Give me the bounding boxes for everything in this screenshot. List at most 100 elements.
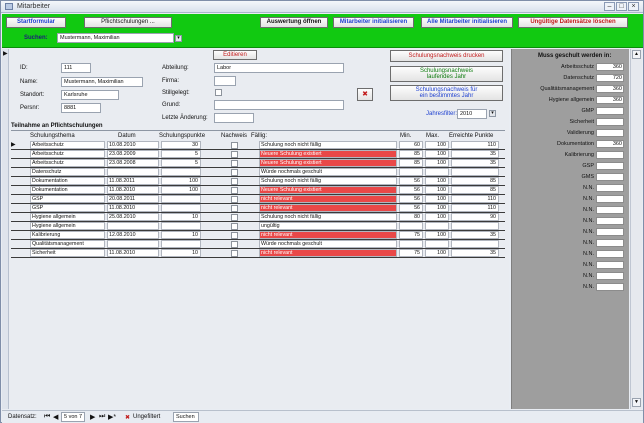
cell-min[interactable]: 60 bbox=[399, 141, 423, 149]
row-selector[interactable] bbox=[11, 186, 18, 194]
training-need-value[interactable] bbox=[596, 151, 624, 159]
letzte-aenderung-field[interactable] bbox=[214, 113, 254, 123]
training-need-value[interactable]: 360 bbox=[596, 85, 624, 93]
cell-erreicht[interactable]: 35 bbox=[451, 249, 499, 257]
abteilung-field[interactable]: Labor bbox=[214, 63, 344, 73]
cell-faellig[interactable]: nicht relevant bbox=[259, 195, 397, 203]
cell-faellig[interactable]: Neuere Schulung existiert bbox=[259, 186, 397, 194]
cell-punkte[interactable]: 10 bbox=[161, 249, 201, 257]
cell-max[interactable] bbox=[425, 240, 449, 248]
training-need-value[interactable] bbox=[596, 261, 624, 269]
scroll-up-icon[interactable]: ▲ bbox=[632, 50, 641, 59]
cell-max[interactable]: 100 bbox=[425, 177, 449, 185]
standort-field[interactable]: Karlsruhe bbox=[61, 90, 119, 100]
cell-erreicht[interactable]: 35 bbox=[451, 150, 499, 158]
cell-max[interactable]: 100 bbox=[425, 204, 449, 212]
filter-icon[interactable]: ✖ bbox=[125, 414, 130, 421]
cell-max[interactable]: 100 bbox=[425, 231, 449, 239]
cell-erreicht[interactable] bbox=[451, 240, 499, 248]
nachweis-checkbox[interactable] bbox=[231, 151, 238, 158]
row-selector[interactable] bbox=[11, 204, 18, 212]
nachweis-checkbox[interactable] bbox=[231, 250, 238, 257]
minimize-button[interactable]: – bbox=[604, 2, 615, 11]
cell-faellig[interactable]: nicht relevant bbox=[259, 231, 397, 239]
cell-faellig[interactable]: Schulung noch nicht fällig bbox=[259, 141, 397, 149]
cell-min[interactable]: 56 bbox=[399, 186, 423, 194]
cell-max[interactable]: 100 bbox=[425, 213, 449, 221]
nachweis-checkbox[interactable] bbox=[231, 142, 238, 149]
training-need-value[interactable] bbox=[596, 272, 624, 280]
startformular-button[interactable]: Startformular bbox=[6, 17, 66, 28]
cell-erreicht[interactable]: 35 bbox=[451, 159, 499, 167]
record-selector[interactable]: ▶ bbox=[2, 49, 9, 409]
nachweis-checkbox[interactable] bbox=[231, 169, 238, 176]
cell-faellig[interactable]: Neuere Schulung existiert bbox=[259, 159, 397, 167]
cell-datum[interactable] bbox=[107, 240, 159, 248]
cell-thema[interactable]: Qualitätsmanagement bbox=[30, 240, 105, 248]
record-position-field[interactable]: 5 von 7 bbox=[61, 412, 85, 422]
jahresfilter-dropdown-icon[interactable]: ▾ bbox=[489, 110, 496, 117]
prev-record-icon[interactable]: ◀ bbox=[53, 413, 58, 421]
cell-punkte[interactable]: 5 bbox=[161, 159, 201, 167]
nachweis-checkbox[interactable] bbox=[231, 160, 238, 167]
cell-datum[interactable]: 10.08.2010 bbox=[107, 141, 159, 149]
print-proof-button[interactable]: Schulungsnachweis drucken bbox=[390, 50, 503, 62]
cell-datum[interactable] bbox=[107, 168, 159, 176]
edit-button[interactable]: Editieren bbox=[213, 50, 257, 60]
training-need-value[interactable] bbox=[596, 129, 624, 137]
grund-field[interactable] bbox=[214, 100, 344, 110]
scroll-down-icon[interactable]: ▼ bbox=[632, 398, 641, 407]
cell-datum[interactable] bbox=[107, 222, 159, 230]
cell-faellig[interactable]: Würde nochmals geschult bbox=[259, 240, 397, 248]
row-selector[interactable] bbox=[11, 222, 18, 230]
row-selector[interactable] bbox=[11, 159, 18, 167]
nachweis-checkbox[interactable] bbox=[231, 214, 238, 221]
cell-max[interactable]: 100 bbox=[425, 150, 449, 158]
chevron-down-icon[interactable]: ▾ bbox=[175, 35, 182, 42]
training-need-value[interactable] bbox=[596, 118, 624, 126]
cell-faellig[interactable]: nicht relevant bbox=[259, 204, 397, 212]
cell-punkte[interactable]: 5 bbox=[161, 150, 201, 158]
persnr-field[interactable]: 8881 bbox=[61, 103, 101, 113]
name-field[interactable]: Mustermann, Maximilian bbox=[61, 77, 143, 87]
cell-erreicht[interactable]: 110 bbox=[451, 204, 499, 212]
cell-datum[interactable]: 11.08.2010 bbox=[107, 249, 159, 257]
cell-min[interactable] bbox=[399, 240, 423, 248]
row-selector[interactable]: ▶ bbox=[11, 141, 18, 149]
cell-max[interactable]: 100 bbox=[425, 195, 449, 203]
cell-faellig[interactable]: Würde nochmals geschult bbox=[259, 168, 397, 176]
row-selector[interactable] bbox=[11, 168, 18, 176]
cell-thema[interactable]: Hygiene allgemein bbox=[30, 213, 105, 221]
cell-punkte[interactable]: 100 bbox=[161, 186, 201, 194]
cell-punkte[interactable]: 10 bbox=[161, 231, 201, 239]
cell-faellig[interactable]: ungültig bbox=[259, 222, 397, 230]
cell-datum[interactable]: 11.08.2010 bbox=[107, 204, 159, 212]
cell-min[interactable] bbox=[399, 168, 423, 176]
id-field[interactable]: 111 bbox=[61, 63, 91, 73]
jahresfilter-field[interactable]: 2010 bbox=[457, 109, 487, 119]
row-selector[interactable] bbox=[11, 213, 18, 221]
nachweis-checkbox[interactable] bbox=[231, 232, 238, 239]
delete-invalid-button[interactable]: Ungültige Datensätze löschen bbox=[518, 17, 628, 28]
proof-current-year-button[interactable]: Schulungsnachweis laufendes Jahr bbox=[390, 66, 503, 82]
cell-thema[interactable]: Hygiene allgemein bbox=[30, 222, 105, 230]
cell-max[interactable] bbox=[425, 222, 449, 230]
cell-min[interactable]: 56 bbox=[399, 204, 423, 212]
row-selector[interactable] bbox=[11, 195, 18, 203]
proof-specific-year-button[interactable]: Schulungsnachweis für ein bestimmtes Jah… bbox=[390, 85, 503, 101]
cell-punkte[interactable]: 100 bbox=[161, 177, 201, 185]
cell-thema[interactable]: Kalibrierung bbox=[30, 231, 105, 239]
nachweis-checkbox[interactable] bbox=[231, 223, 238, 230]
cell-erreicht[interactable]: 85 bbox=[451, 186, 499, 194]
nachweis-checkbox[interactable] bbox=[231, 241, 238, 248]
auswertung-button[interactable]: Auswertung öffnen bbox=[260, 17, 328, 28]
cell-thema[interactable]: GSP bbox=[30, 195, 105, 203]
cell-datum[interactable]: 25.08.2010 bbox=[107, 213, 159, 221]
training-need-value[interactable] bbox=[596, 217, 624, 225]
training-need-value[interactable]: 720 bbox=[596, 74, 624, 82]
cell-punkte[interactable] bbox=[161, 204, 201, 212]
cell-erreicht[interactable]: 35 bbox=[451, 231, 499, 239]
nachweis-checkbox[interactable] bbox=[231, 178, 238, 185]
cell-thema[interactable]: Sicherheit bbox=[30, 249, 105, 257]
cell-faellig[interactable]: Neuere Schulung existiert bbox=[259, 150, 397, 158]
